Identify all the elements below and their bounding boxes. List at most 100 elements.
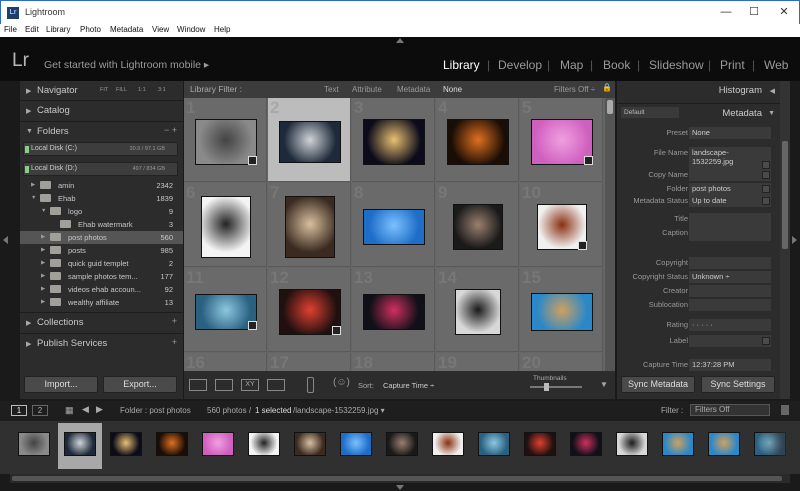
grid-cell[interactable]: 13 <box>352 268 435 352</box>
zoom-1-1[interactable]: 1:1 <box>138 87 146 93</box>
folder-row[interactable]: ▶ post photos 560 <box>20 231 183 244</box>
folder-row[interactable]: ▶ amin 2342 <box>20 179 183 192</box>
photo-thumbnail[interactable] <box>200 196 251 258</box>
filmstrip-thumb[interactable] <box>288 423 332 469</box>
module-web[interactable]: Web <box>764 58 788 72</box>
add-icon[interactable]: + <box>172 316 177 326</box>
filmstrip-thumb[interactable] <box>242 423 286 469</box>
grid-cell[interactable]: 19 <box>436 353 519 371</box>
menu-edit[interactable]: Edit <box>25 25 39 34</box>
photo-thumbnail[interactable] <box>362 119 425 165</box>
filmstrip-switch-icon[interactable] <box>781 405 789 415</box>
grid-scrollbar[interactable] <box>605 98 615 371</box>
people-view-icon[interactable]: (☺) <box>333 377 350 388</box>
photo-thumbnail[interactable] <box>284 196 335 258</box>
photo-thumbnail[interactable] <box>194 294 257 330</box>
filmstrip-thumb[interactable] <box>150 423 194 469</box>
module-library[interactable]: Library <box>443 58 480 72</box>
grid-view-icon[interactable] <box>189 379 207 391</box>
publish-services-header[interactable]: ▶ Publish Services + <box>20 333 183 353</box>
folders-header[interactable]: ▼ Folders − + <box>20 121 183 141</box>
folder-row[interactable]: ▼ Ehab 1839 <box>20 192 183 205</box>
module-develop[interactable]: Develop <box>498 58 542 72</box>
page-1-button[interactable]: 1 <box>11 405 27 416</box>
bottom-panel-toggle-icon[interactable] <box>396 485 404 490</box>
folder-row[interactable]: ▶ videos ehab accoun... 92 <box>20 283 183 296</box>
grid-cell[interactable]: 8 <box>352 183 435 267</box>
menu-photo[interactable]: Photo <box>80 25 101 34</box>
back-arrow-icon[interactable]: ◀ <box>82 404 89 415</box>
module-print[interactable]: Print <box>720 58 745 72</box>
grid-cell[interactable]: 17 <box>268 353 351 371</box>
left-panel-toggle-icon[interactable] <box>3 236 8 244</box>
chevron-down-icon[interactable]: ▼ <box>600 380 608 389</box>
photo-thumbnail[interactable] <box>446 119 509 165</box>
folder-row[interactable]: ▼ logo 9 <box>20 205 183 218</box>
grid-cell[interactable]: 16 <box>184 353 267 371</box>
metadata-field[interactable] <box>689 257 771 269</box>
menu-file[interactable]: File <box>4 25 17 34</box>
filmstrip-thumb[interactable] <box>656 423 700 469</box>
photo-thumbnail[interactable] <box>362 209 425 245</box>
photo-thumbnail[interactable] <box>194 119 257 165</box>
filter-metadata[interactable]: Metadata <box>397 85 430 94</box>
spray-can-icon[interactable] <box>307 377 314 393</box>
forward-arrow-icon[interactable]: ▶ <box>96 404 103 415</box>
sync-settings-button[interactable]: Sync Settings <box>701 376 775 393</box>
grid-cell[interactable]: 5 <box>520 98 603 182</box>
scroll-thumb[interactable] <box>12 476 782 481</box>
close-button[interactable]: ✕ <box>769 4 799 20</box>
metadata-action-icon[interactable] <box>762 197 770 205</box>
photo-thumbnail[interactable] <box>278 121 341 163</box>
right-scrollbar[interactable] <box>780 81 790 399</box>
metadata-field[interactable] <box>689 285 771 297</box>
menu-metadata[interactable]: Metadata <box>110 25 143 34</box>
filter-attribute[interactable]: Attribute <box>352 85 382 94</box>
loupe-view-icon[interactable] <box>215 379 233 391</box>
catalog-header[interactable]: ▶ Catalog <box>20 100 183 120</box>
filter-none[interactable]: None <box>443 85 462 94</box>
metadata-field[interactable] <box>689 299 771 311</box>
photo-thumbnail[interactable] <box>362 294 425 330</box>
module-map[interactable]: Map <box>560 58 583 72</box>
slider-handle[interactable] <box>544 383 549 391</box>
scroll-thumb[interactable] <box>607 100 613 114</box>
menu-window[interactable]: Window <box>177 25 205 34</box>
grid-cell[interactable]: 2 <box>268 98 351 182</box>
scroll-thumb[interactable] <box>782 141 788 249</box>
menu-library[interactable]: Library <box>46 25 70 34</box>
add-icon[interactable]: + <box>172 337 177 347</box>
disk-c[interactable]: Local Disk (C:) 30.9 / 97.1 GB <box>23 142 178 156</box>
folder-row[interactable]: ▶ quick guid templet 2 <box>20 257 183 270</box>
filmstrip-thumb[interactable] <box>518 423 562 469</box>
filmstrip-thumb[interactable] <box>196 423 240 469</box>
grid-cell[interactable]: 3 <box>352 98 435 182</box>
collections-header[interactable]: ▶ Collections + <box>20 312 183 332</box>
menu-help[interactable]: Help <box>214 25 230 34</box>
filmstrip-scrollbar[interactable] <box>10 474 790 483</box>
filmstrip-thumb[interactable] <box>702 423 746 469</box>
module-slideshow[interactable]: Slideshow <box>649 58 704 72</box>
grid-cell[interactable]: 7 <box>268 183 351 267</box>
filmstrip-thumb[interactable] <box>380 423 424 469</box>
menu-view[interactable]: View <box>152 25 169 34</box>
photo-thumbnail[interactable] <box>530 119 593 165</box>
sync-metadata-button[interactable]: Sync Metadata <box>621 376 695 393</box>
folder-row[interactable]: ▶ wealthy affiliate 13 <box>20 296 183 309</box>
lock-icon[interactable]: 🔒 <box>602 83 612 92</box>
export-button[interactable]: Export... <box>103 376 177 393</box>
compare-view-icon[interactable]: XY <box>241 379 259 391</box>
filmstrip-thumb[interactable] <box>610 423 654 469</box>
grid-cell[interactable]: 4 <box>436 98 519 182</box>
maximize-button[interactable]: ☐ <box>739 4 769 20</box>
filmstrip-thumb[interactable] <box>104 423 148 469</box>
grid-cell[interactable]: 9 <box>436 183 519 267</box>
photo-thumbnail[interactable] <box>536 204 587 250</box>
photo-thumbnail[interactable] <box>278 289 341 335</box>
mobile-prompt[interactable]: Get started with Lightroom mobile ▸ <box>44 59 209 71</box>
sort-dropdown[interactable]: Capture Time ÷ <box>383 381 434 390</box>
grid-cell[interactable]: 12 <box>268 268 351 352</box>
grid-cell[interactable]: 11 <box>184 268 267 352</box>
right-panel-toggle-icon[interactable] <box>792 236 797 244</box>
grid-cell[interactable]: 20 <box>520 353 603 371</box>
